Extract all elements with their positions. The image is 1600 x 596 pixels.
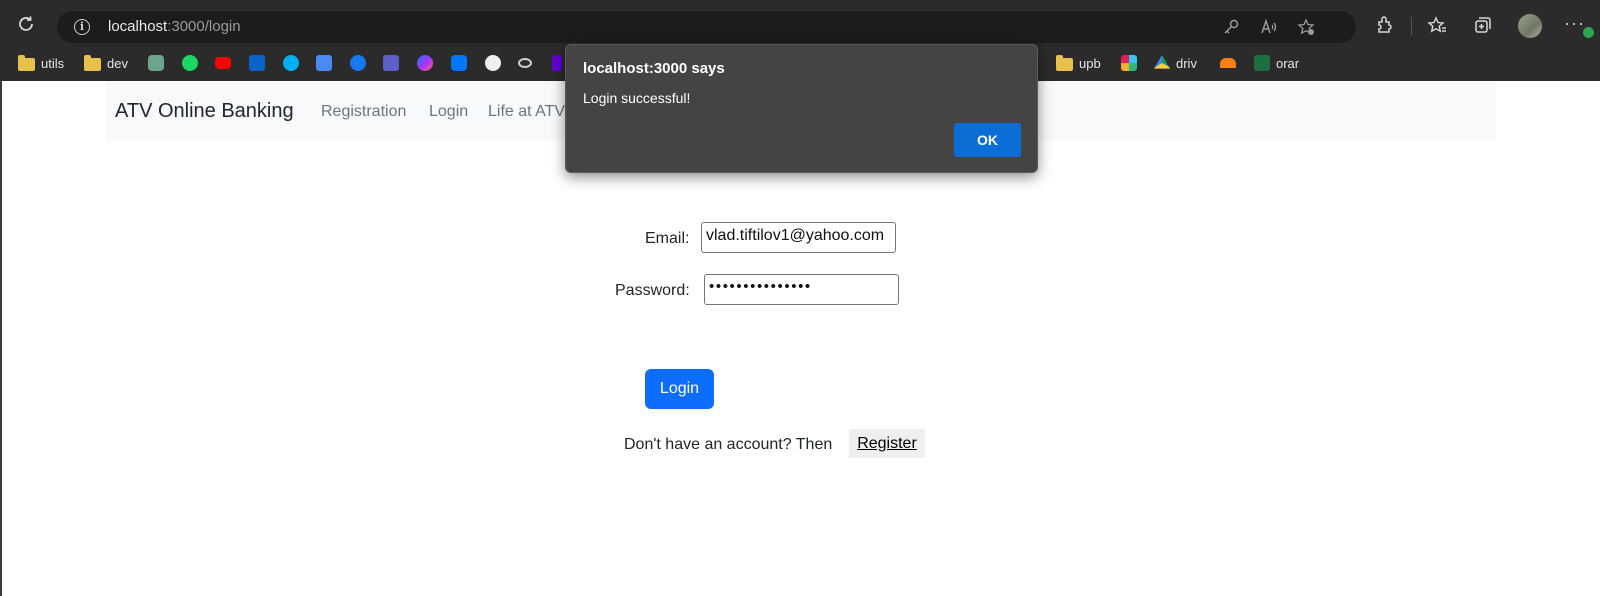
email-field[interactable]: vlad.tiftilov1@yahoo.com: [701, 222, 896, 253]
address-bar[interactable]: i localhost:3000/login: [57, 11, 1356, 43]
url-text[interactable]: localhost:3000/login: [108, 18, 241, 35]
bookmark-yahoo[interactable]: [552, 54, 562, 72]
outlook-icon: [249, 55, 265, 71]
chatgpt-icon: [148, 55, 164, 71]
slack-icon: [1121, 55, 1137, 71]
youtube-icon: [215, 57, 231, 69]
favorites-icon[interactable]: [1427, 15, 1447, 35]
dialog-message: Login successful!: [583, 90, 691, 106]
bookmark-chatgpt[interactable]: [148, 54, 164, 72]
skype-icon: [283, 55, 299, 71]
extensions-icon[interactable]: [1375, 15, 1395, 35]
site-info-icon[interactable]: i: [74, 19, 90, 35]
google-translate-icon: [316, 55, 332, 71]
bookmark-dev[interactable]: dev: [84, 54, 128, 72]
folder-icon: [1056, 54, 1073, 71]
bookmark-outlook[interactable]: [249, 54, 265, 72]
bookmark-facebook[interactable]: [350, 54, 366, 72]
excel-icon: [1254, 55, 1270, 71]
dialog-ok-button[interactable]: OK: [954, 123, 1021, 157]
register-button[interactable]: Register: [849, 429, 925, 458]
bookmark-upb[interactable]: upb: [1056, 54, 1101, 72]
nav-link-registration[interactable]: Registration: [321, 103, 406, 121]
google-drive-icon: [1154, 55, 1170, 69]
folder-icon: [84, 54, 101, 71]
collections-icon[interactable]: [1473, 15, 1493, 35]
email-label: Email:: [645, 230, 690, 247]
vk-icon: [451, 55, 467, 71]
bookmark-moodle[interactable]: [1220, 54, 1236, 72]
bookmark-messenger[interactable]: [417, 54, 433, 72]
folder-icon: [18, 54, 35, 71]
bookmark-utils[interactable]: utils: [18, 54, 64, 72]
bookmark-translate[interactable]: [316, 54, 332, 72]
browser-toolbar: i localhost:3000/login ···: [0, 0, 1600, 46]
nav-link-login[interactable]: Login: [429, 103, 468, 121]
dialog-title: localhost:3000 says: [583, 60, 725, 77]
bookmark-youtube[interactable]: [215, 54, 231, 72]
window-edge: [0, 81, 2, 596]
key-icon[interactable]: [1222, 18, 1240, 36]
bookmark-github[interactable]: [485, 54, 501, 72]
profile-avatar[interactable]: [1518, 14, 1542, 38]
bookmark-slack[interactable]: [1121, 54, 1137, 72]
update-badge: [1583, 27, 1594, 38]
navbar-brand[interactable]: ATV Online Banking: [115, 100, 294, 123]
bookmark-bee[interactable]: [518, 54, 532, 72]
facebook-icon: [350, 55, 366, 71]
bookmark-teams[interactable]: [383, 54, 399, 72]
read-aloud-icon[interactable]: [1260, 18, 1278, 36]
password-label: Password:: [615, 282, 690, 299]
spotify-icon: [182, 55, 198, 71]
add-favorite-icon[interactable]: [1297, 18, 1315, 36]
reload-icon[interactable]: [16, 14, 36, 34]
login-button[interactable]: Login: [645, 369, 714, 409]
teams-icon: [383, 55, 399, 71]
yahoo-icon: [552, 55, 562, 71]
bookmark-orar[interactable]: orar: [1254, 54, 1299, 72]
alert-dialog: localhost:3000 says Login successful! OK: [565, 44, 1038, 173]
bookmark-driv[interactable]: driv: [1154, 54, 1197, 72]
messenger-icon: [417, 55, 433, 71]
password-field[interactable]: •••••••••••••••: [704, 274, 899, 305]
bookmark-skype[interactable]: [283, 54, 299, 72]
toolbar-separator: [1411, 17, 1412, 35]
more-menu-icon[interactable]: ···: [1564, 13, 1585, 34]
github-icon: [485, 55, 501, 71]
bookmark-vk[interactable]: [451, 54, 467, 72]
register-prompt: Don't have an account? Then: [624, 436, 833, 453]
bookmark-spotify[interactable]: [182, 54, 198, 72]
bee-icon: [518, 58, 532, 68]
nav-link-life-at-atv[interactable]: Life at ATV: [488, 103, 565, 121]
moodle-icon: [1220, 58, 1236, 68]
